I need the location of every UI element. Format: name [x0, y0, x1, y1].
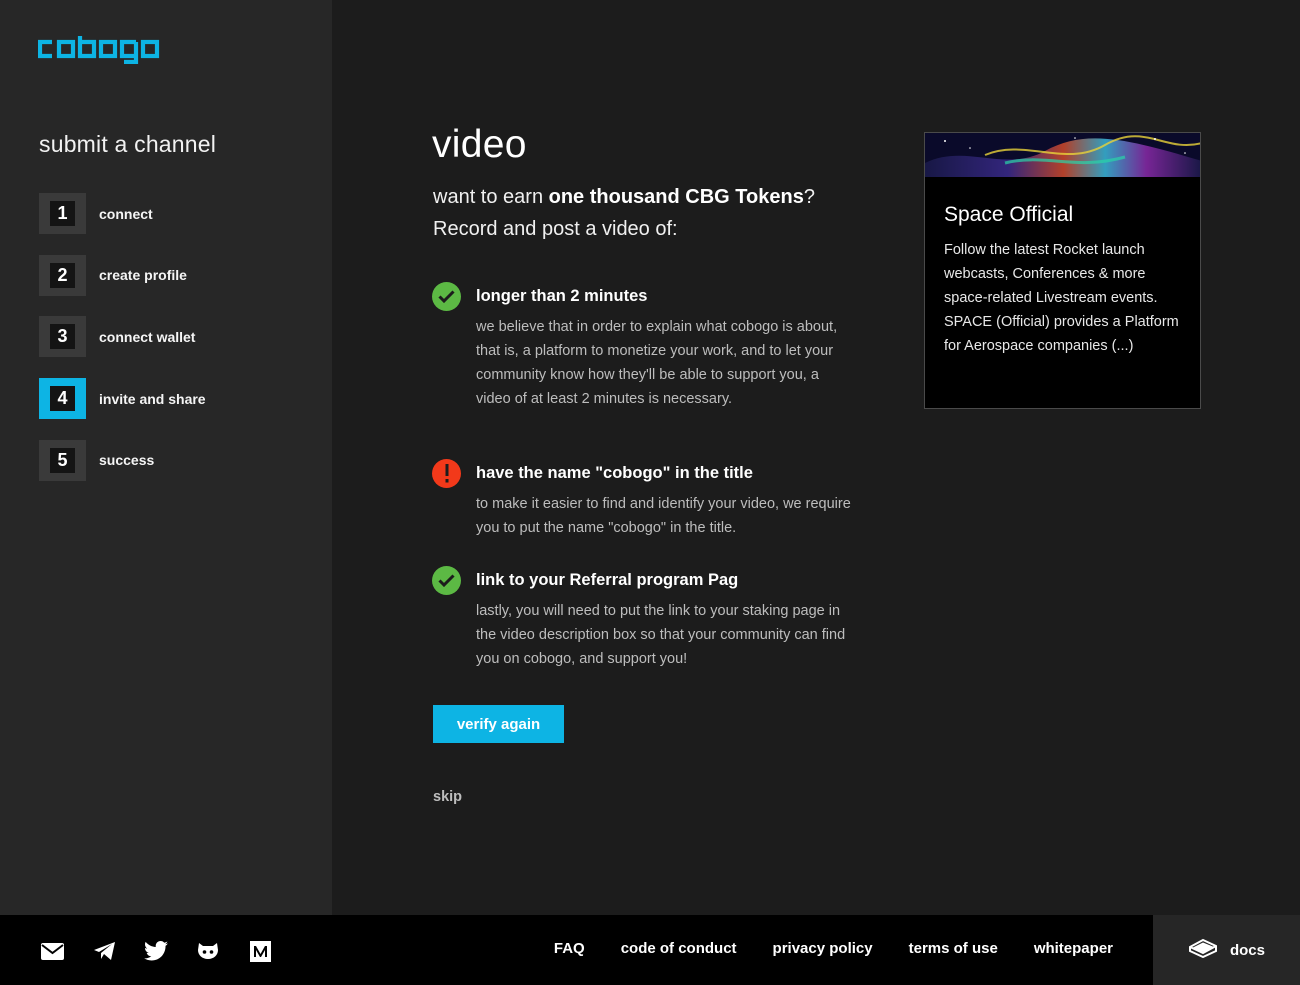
footer-link-faq[interactable]: FAQ [554, 939, 585, 959]
step-connect[interactable]: 1 connect [39, 193, 206, 234]
cobogo-logo[interactable] [37, 36, 160, 69]
requirement-title: longer than 2 minutes [476, 287, 648, 305]
footer-links: FAQ code of conduct privacy policy terms… [518, 939, 1113, 959]
mail-icon[interactable] [40, 939, 64, 963]
social-links [40, 939, 300, 963]
steps-list: 1 connect 2 create profile 3 connect wal… [39, 193, 206, 501]
github-icon[interactable] [196, 939, 220, 963]
footer-link-whitepaper[interactable]: whitepaper [1034, 939, 1113, 959]
footer-link-code-of-conduct[interactable]: code of conduct [621, 939, 737, 959]
page-title: video [432, 123, 527, 166]
step-number: 1 [50, 201, 75, 226]
footer-link-terms-of-use[interactable]: terms of use [909, 939, 998, 959]
skip-link[interactable]: skip [433, 789, 462, 805]
docs-button[interactable]: docs [1153, 915, 1300, 985]
step-number: 4 [50, 386, 75, 412]
channel-card[interactable]: Space Official Follow the latest Rocket … [924, 132, 1201, 409]
docs-label: docs [1229, 941, 1265, 959]
reward-amount: one thousand CBG Tokens [548, 186, 804, 208]
check-icon [432, 282, 461, 311]
footer-link-privacy-policy[interactable]: privacy policy [773, 939, 873, 959]
step-label: success [99, 452, 155, 469]
step-connect-wallet[interactable]: 3 connect wallet [39, 316, 206, 358]
step-label: connect [99, 205, 153, 222]
requirement-title: have the name "cobogo" in the title [476, 464, 753, 482]
sidebar: submit a channel 1 connect 2 create prof… [0, 0, 332, 915]
check-icon [432, 566, 461, 595]
book-icon [1188, 938, 1218, 963]
step-label: invite and share [99, 390, 206, 407]
step-number: 5 [50, 447, 75, 473]
sidebar-title: submit a channel [39, 131, 217, 157]
requirement-item: longer than 2 minutes we believe that in… [432, 282, 862, 411]
error-icon [432, 459, 461, 488]
intro-text: want to earn one thousand CBG Tokens? Re… [433, 186, 815, 240]
step-number: 2 [50, 262, 75, 288]
channel-banner-image [925, 133, 1200, 177]
medium-icon[interactable] [248, 939, 272, 963]
requirement-item: have the name "cobogo" in the title to m… [432, 459, 862, 540]
step-label: connect wallet [99, 328, 196, 345]
verify-again-button[interactable]: verify again [433, 705, 564, 743]
requirement-item: link to your Referral program Pag lastly… [432, 566, 862, 671]
step-label: create profile [99, 267, 187, 284]
footer: FAQ code of conduct privacy policy terms… [0, 915, 1300, 985]
twitter-icon[interactable] [144, 939, 168, 963]
step-number: 3 [50, 324, 75, 350]
main-content: video want to earn one thousand CBG Toke… [332, 0, 1300, 915]
channel-title: Space Official [944, 203, 1074, 226]
requirement-title: link to your Referral program Pag [476, 571, 739, 589]
requirement-description: to make it easier to find and identify y… [476, 496, 851, 536]
channel-description: Follow the latest Rocket launch webcasts… [944, 242, 1179, 354]
requirement-description: we believe that in order to explain what… [476, 319, 838, 407]
telegram-icon[interactable] [92, 939, 116, 963]
step-create-profile[interactable]: 2 create profile [39, 254, 206, 296]
step-invite-and-share[interactable]: 4 invite and share [39, 378, 206, 420]
step-success[interactable]: 5 success [39, 439, 206, 481]
requirement-description: lastly, you will need to put the link to… [476, 603, 846, 667]
